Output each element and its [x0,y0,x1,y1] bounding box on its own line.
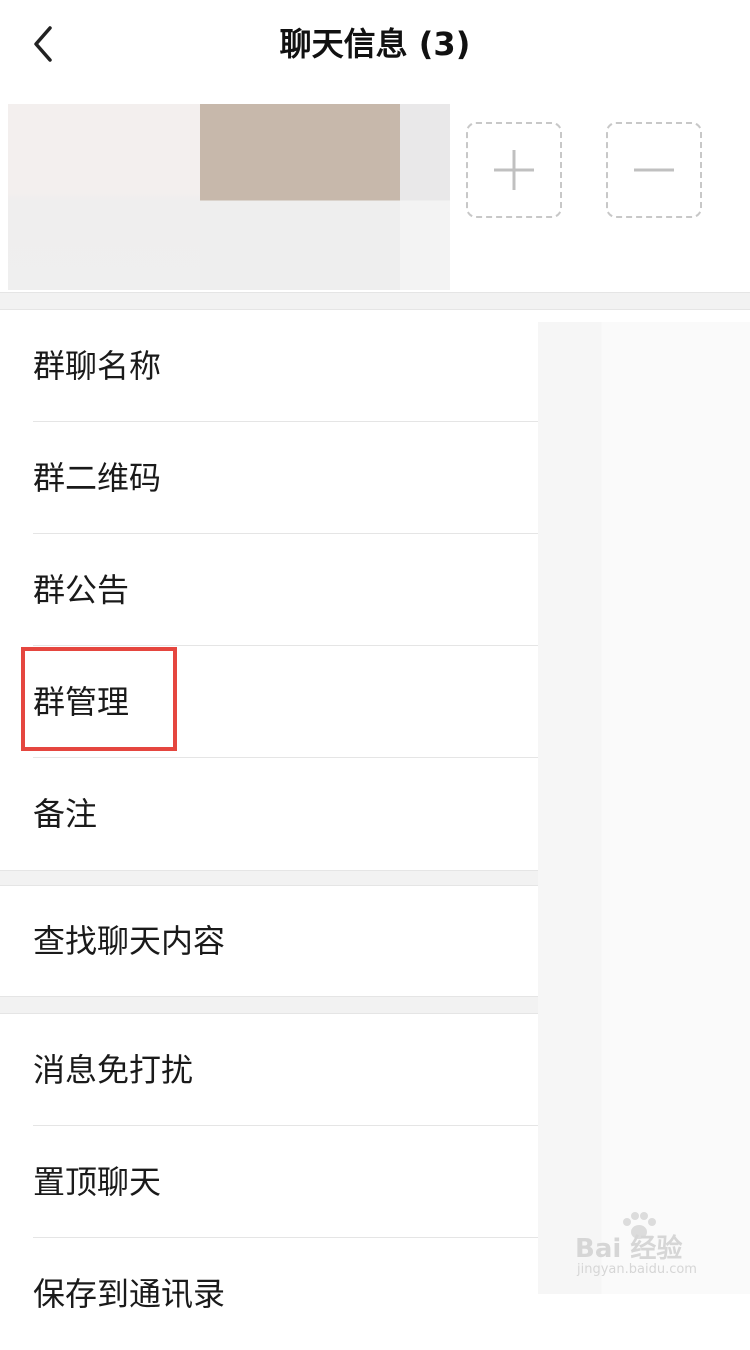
minus-icon [634,168,674,172]
setting-label: 备注 [33,795,98,833]
setting-label: 群二维码 [33,459,162,497]
add-member-button[interactable] [466,122,562,218]
baidu-watermark: Bai 经验 jingyan.baidu.com [575,1212,725,1278]
section-divider [0,292,750,310]
setting-label: 查找聊天内容 [33,922,226,960]
redacted-panel [538,322,750,1294]
highlight-box [21,647,177,751]
member-list [0,92,750,292]
member-avatar[interactable] [8,104,200,290]
page-title: 聊天信息 (3) [279,25,471,63]
watermark-brand: Bai 经验 [575,1234,683,1264]
setting-label: 保存到通讯录 [33,1275,226,1313]
member-avatar[interactable] [200,104,400,290]
plus-icon [494,150,534,190]
setting-label: 群聊名称 [33,347,162,385]
setting-label: 群公告 [33,571,130,609]
remove-member-button[interactable] [606,122,702,218]
member-avatar[interactable] [400,104,450,290]
navigation-bar: 聊天信息 (3) [0,0,750,92]
watermark-url: jingyan.baidu.com [577,1262,697,1277]
setting-label: 置顶聊天 [33,1163,162,1201]
setting-label: 消息免打扰 [33,1051,194,1089]
